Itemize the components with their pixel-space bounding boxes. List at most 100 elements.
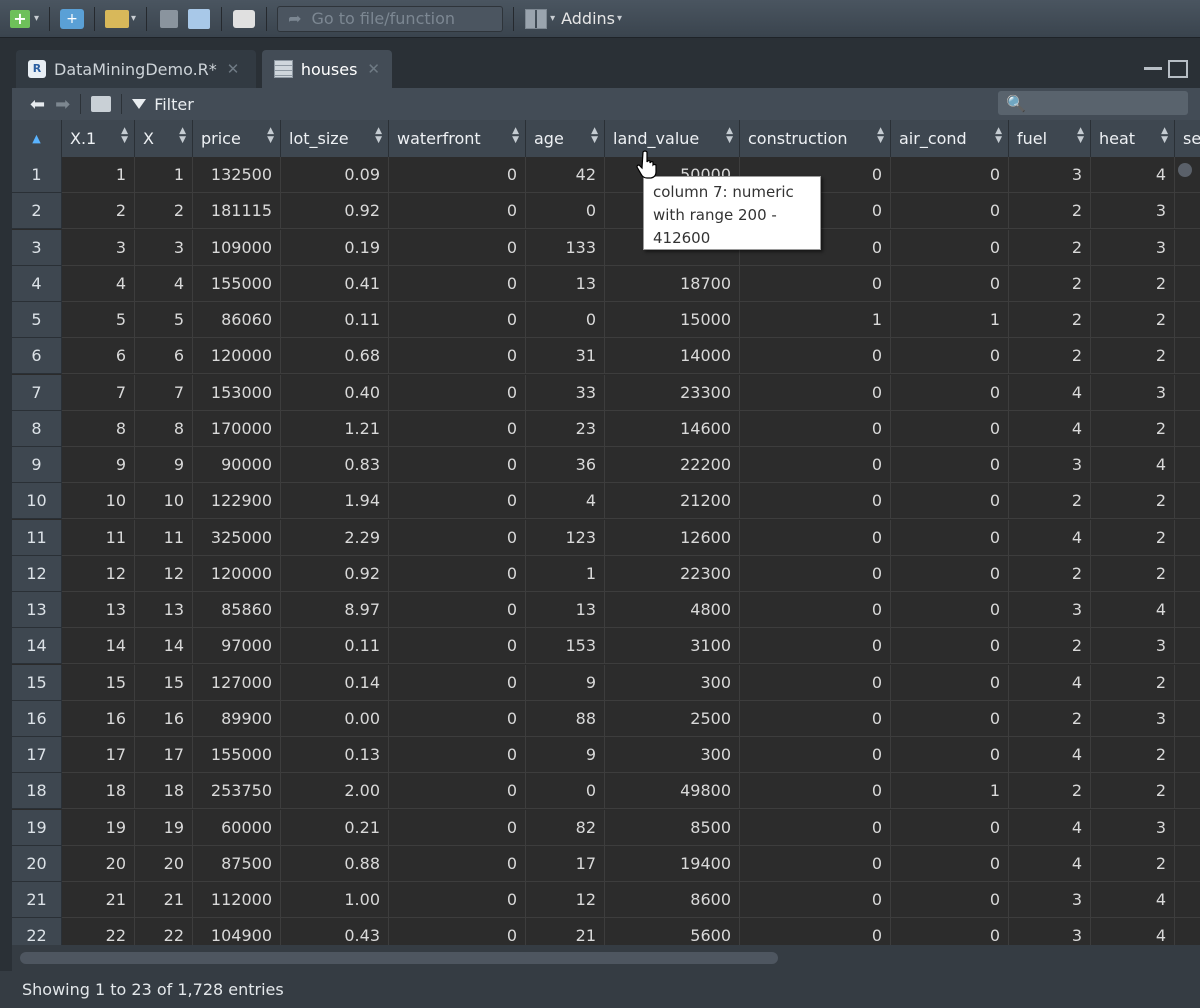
table-cell: 0 xyxy=(740,809,891,846)
new-file-dropdown-icon[interactable]: ▾ xyxy=(34,13,39,24)
table-cell: 0 xyxy=(891,374,1009,411)
table-cell: 4 xyxy=(1009,809,1091,846)
table-cell: 22300 xyxy=(605,555,740,592)
table-cell: 16 xyxy=(135,700,193,737)
column-header[interactable]: air_cond ▲ ▼ xyxy=(891,120,1009,157)
forward-arrow-icon[interactable]: ➡ xyxy=(55,94,70,115)
show-in-new-window-icon[interactable] xyxy=(91,96,112,112)
new-project-icon: + xyxy=(60,8,85,29)
row-number-cell: 7 xyxy=(12,374,62,411)
table-cell: 155000 xyxy=(193,737,281,773)
table-cell: 19 xyxy=(62,809,135,846)
table-cell: 3 xyxy=(62,229,135,266)
column-header[interactable]: waterfront ▲ ▼ xyxy=(389,120,526,157)
new-file-button[interactable]: + xyxy=(8,6,32,32)
table-cell: 0 xyxy=(740,737,891,773)
table-cell: 0 xyxy=(389,737,526,773)
table-cell: 3 xyxy=(1091,193,1175,230)
table-cell: 2 xyxy=(1091,737,1175,773)
row-number-cell: 13 xyxy=(12,592,62,628)
table-cell: 0 xyxy=(740,483,891,520)
minimize-pane-icon[interactable] xyxy=(1144,60,1162,70)
table-cell: 120000 xyxy=(193,555,281,592)
table-cell: 0 xyxy=(526,773,605,810)
column-header[interactable]: age ▲ ▼ xyxy=(526,120,605,157)
table-cell xyxy=(1175,519,1200,556)
table-cell: 0 xyxy=(740,447,891,483)
tab-datamining-demo[interactable]: R DataMiningDemo.R* ✕ xyxy=(16,50,256,88)
table-cell: 42 xyxy=(526,157,605,193)
table-row: 9 9 9 90000 0.83 0 36 22200 0 0 3 4 xyxy=(12,447,1200,483)
column-header[interactable]: X ▲ ▼ xyxy=(135,120,193,157)
go-to-arrow-icon: ➦ xyxy=(288,9,302,28)
table-cell: 0 xyxy=(389,809,526,846)
column-header[interactable]: fuel ▲ ▼ xyxy=(1009,120,1091,157)
addins-dropdown-icon[interactable]: ▾ xyxy=(617,13,622,24)
column-tooltip: column 7: numeric with range 200 - 41260… xyxy=(643,176,821,250)
table-cell: 0 xyxy=(740,374,891,411)
table-cell: 4 xyxy=(1009,664,1091,701)
table-cell xyxy=(1175,809,1200,846)
table-cell: 4 xyxy=(1091,592,1175,628)
column-header[interactable]: X.1 ▲ ▼ xyxy=(62,120,135,157)
table-row: 6 6 6 120000 0.68 0 31 14000 0 0 2 2 xyxy=(12,338,1200,375)
horizontal-scrollbar-thumb[interactable] xyxy=(20,952,778,964)
table-cell: 33 xyxy=(526,374,605,411)
column-header-label: construction xyxy=(748,129,848,148)
close-icon[interactable]: ✕ xyxy=(367,60,380,78)
vertical-scrollbar-thumb[interactable] xyxy=(1178,163,1192,177)
horizontal-scrollbar[interactable] xyxy=(12,945,1200,971)
search-input[interactable]: 🔍 xyxy=(998,91,1188,115)
pane-layout-button[interactable] xyxy=(524,6,548,32)
column-header[interactable]: price ▲ ▼ xyxy=(193,120,281,157)
column-header[interactable]: heat ▲ ▼ xyxy=(1091,120,1175,157)
filter-button[interactable]: Filter xyxy=(132,95,194,114)
table-cell xyxy=(1175,447,1200,483)
open-file-dropdown-icon[interactable]: ▾ xyxy=(131,13,136,24)
tab-houses[interactable]: houses ✕ xyxy=(262,50,392,88)
close-icon[interactable]: ✕ xyxy=(227,60,240,78)
row-index-header[interactable]: ▲ xyxy=(12,120,62,157)
table-cell: 2 xyxy=(1091,302,1175,338)
table-cell: 19400 xyxy=(605,845,740,882)
print-button[interactable] xyxy=(232,6,256,32)
go-to-file-function-input[interactable]: ➦ Go to file/function xyxy=(277,5,504,32)
maximize-pane-icon[interactable] xyxy=(1168,60,1188,78)
save-all-button[interactable] xyxy=(187,6,211,32)
column-header[interactable]: land_value ▲ ▼ xyxy=(605,120,740,157)
filter-label: Filter xyxy=(154,94,194,114)
table-cell: 13 xyxy=(135,592,193,628)
new-project-button[interactable]: + xyxy=(60,6,85,32)
column-header-label: X.1 xyxy=(70,129,97,148)
folder-icon xyxy=(105,9,130,28)
table-cell: 0 xyxy=(891,338,1009,375)
tab-label: DataMiningDemo.R* xyxy=(54,59,217,79)
table-cell: 0.11 xyxy=(281,302,389,338)
addins-menu[interactable]: Addins xyxy=(561,9,615,28)
row-number-cell: 14 xyxy=(12,628,62,665)
toolbar-divider xyxy=(146,6,148,31)
column-header[interactable]: lot_size ▲ ▼ xyxy=(281,120,389,157)
save-button[interactable] xyxy=(157,6,181,32)
column-header-label: X xyxy=(143,129,154,148)
open-file-button[interactable] xyxy=(105,6,130,32)
column-header[interactable]: construction ▲ ▼ xyxy=(740,120,891,157)
table-cell xyxy=(1175,664,1200,701)
table-cell: 0 xyxy=(891,809,1009,846)
table-cell: 0 xyxy=(389,265,526,302)
pane-layout-dropdown-icon[interactable]: ▾ xyxy=(550,13,555,24)
table-cell: 3 xyxy=(1009,918,1091,945)
table-cell: 123 xyxy=(526,519,605,556)
row-number-cell: 5 xyxy=(12,302,62,338)
table-cell: 82 xyxy=(526,809,605,846)
row-number-cell: 12 xyxy=(12,555,62,592)
table-cell: 0.83 xyxy=(281,447,389,483)
column-header[interactable]: se xyxy=(1175,120,1200,157)
table-cell: 0 xyxy=(891,918,1009,945)
table-cell: 2500 xyxy=(605,700,740,737)
table-row: 16 16 16 89900 0.00 0 88 2500 0 0 2 3 xyxy=(12,700,1200,737)
column-header-label: waterfront xyxy=(397,129,481,148)
back-arrow-icon[interactable]: ⬅ xyxy=(30,94,45,115)
table-cell: 2 xyxy=(1009,700,1091,737)
table-cell: 13 xyxy=(526,265,605,302)
